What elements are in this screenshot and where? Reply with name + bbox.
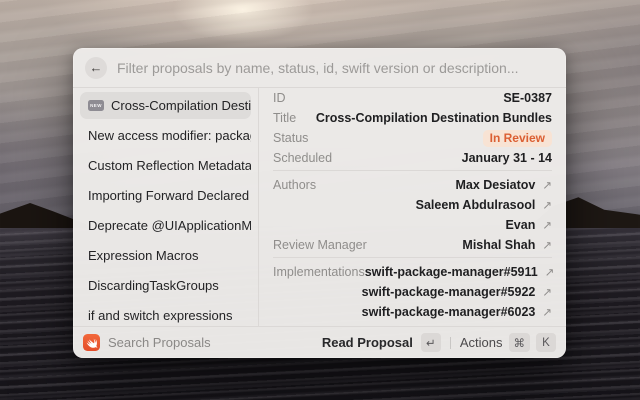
k-key-icon[interactable]: K <box>536 333 556 352</box>
field-label: Review Manager <box>273 238 367 252</box>
field-label: Title <box>273 111 296 125</box>
detail-row-author-2[interactable]: Saleem Abdulrasool ↗ <box>273 195 552 215</box>
field-label: Authors <box>273 178 316 192</box>
back-button[interactable]: ← <box>85 57 107 79</box>
detail-row-author-1[interactable]: Authors Max Desiatov ↗ <box>273 175 552 195</box>
list-item-package-modifier[interactable]: New access modifier: package <box>80 122 251 149</box>
section-divider <box>273 257 552 258</box>
review-manager-link[interactable]: Mishal Shah <box>462 238 535 252</box>
list-item-label: Importing Forward Declared Obj... <box>88 188 251 203</box>
author-link[interactable]: Saleem Abdulrasool <box>416 198 536 212</box>
list-item-expression-macros[interactable]: Expression Macros <box>80 242 251 269</box>
detail-panel: ID SE-0387 Title Cross-Compilation Desti… <box>259 88 566 326</box>
list-item-cross-compilation[interactable]: NEW Cross-Compilation Destinatio... <box>80 92 251 119</box>
field-value: January 31 - 14 <box>462 151 552 165</box>
arrow-up-right-icon: ↗ <box>542 238 552 252</box>
content-area: NEW Cross-Compilation Destinatio... New … <box>73 88 566 326</box>
actions-button[interactable]: Actions <box>460 335 503 350</box>
field-label: Status <box>273 131 308 145</box>
back-arrow-icon: ← <box>90 60 103 75</box>
search-input[interactable] <box>117 60 554 76</box>
field-label: Scheduled <box>273 151 332 165</box>
new-badge-icon: NEW <box>88 100 104 111</box>
detail-row-title: Title Cross-Compilation Destination Bund… <box>273 108 552 128</box>
read-proposal-button[interactable]: Read Proposal <box>322 335 413 350</box>
field-value: Cross-Compilation Destination Bundles <box>316 111 552 125</box>
detail-row-author-3[interactable]: Evan ↗ <box>273 215 552 235</box>
list-item-label: Cross-Compilation Destinatio... <box>111 98 251 113</box>
implementation-link[interactable]: swift-package-manager#5911 <box>365 265 538 279</box>
arrow-up-right-icon: ↗ <box>542 198 552 212</box>
detail-row-id: ID SE-0387 <box>273 88 552 108</box>
implementation-link[interactable]: swift-package-manager#6023 <box>362 305 536 319</box>
list-item-if-switch-expressions[interactable]: if and switch expressions <box>80 302 251 326</box>
return-key-icon[interactable]: ↵ <box>421 333 441 352</box>
app-label: Search Proposals <box>108 335 211 350</box>
list-item-discardingtaskgroups[interactable]: DiscardingTaskGroups <box>80 272 251 299</box>
author-link[interactable]: Max Desiatov <box>455 178 535 192</box>
list-item-deprecate-uiapplicationmain[interactable]: Deprecate @UIApplicationMain a... <box>80 212 251 239</box>
list-item-label: DiscardingTaskGroups <box>88 278 219 293</box>
swift-icon <box>83 334 100 351</box>
section-divider <box>273 170 552 171</box>
search-bar: ← <box>73 48 566 88</box>
footer-actions: Read Proposal ↵ Actions ⌘ K <box>322 333 556 352</box>
arrow-up-right-icon: ↗ <box>542 305 552 319</box>
detail-row-scheduled: Scheduled January 31 - 14 <box>273 148 552 168</box>
field-value: SE-0387 <box>503 91 552 105</box>
launcher-window: ← NEW Cross-Compilation Destinatio... Ne… <box>73 48 566 358</box>
footer-bar: Search Proposals Read Proposal ↵ Actions… <box>73 326 566 358</box>
arrow-up-right-icon: ↗ <box>545 265 555 279</box>
arrow-up-right-icon: ↗ <box>542 285 552 299</box>
field-label: Implementations <box>273 265 365 279</box>
list-item-label: New access modifier: package <box>88 128 251 143</box>
detail-row-implementation-2[interactable]: swift-package-manager#5922 ↗ <box>273 282 552 302</box>
arrow-up-right-icon: ↗ <box>542 178 552 192</box>
proposal-list: NEW Cross-Compilation Destinatio... New … <box>73 88 259 326</box>
arrow-up-right-icon: ↗ <box>542 218 552 232</box>
detail-row-implementation-1[interactable]: Implementations swift-package-manager#59… <box>273 262 552 282</box>
detail-row-implementation-3[interactable]: swift-package-manager#6023 ↗ <box>273 302 552 322</box>
status-badge: In Review <box>483 130 552 147</box>
detail-row-status: Status In Review <box>273 128 552 148</box>
list-item-label: Deprecate @UIApplicationMain a... <box>88 218 251 233</box>
list-item-forward-declared[interactable]: Importing Forward Declared Obj... <box>80 182 251 209</box>
list-item-label: if and switch expressions <box>88 308 233 323</box>
author-link[interactable]: Evan <box>505 218 535 232</box>
list-item-label: Expression Macros <box>88 248 199 263</box>
footer-divider <box>450 337 451 349</box>
detail-row-review-manager[interactable]: Review Manager Mishal Shah ↗ <box>273 235 552 255</box>
command-key-icon[interactable]: ⌘ <box>509 333 531 352</box>
list-item-label: Custom Reflection Metadata <box>88 158 251 173</box>
list-item-reflection-metadata[interactable]: Custom Reflection Metadata <box>80 152 251 179</box>
field-label: ID <box>273 91 286 105</box>
implementation-link[interactable]: swift-package-manager#5922 <box>362 285 536 299</box>
